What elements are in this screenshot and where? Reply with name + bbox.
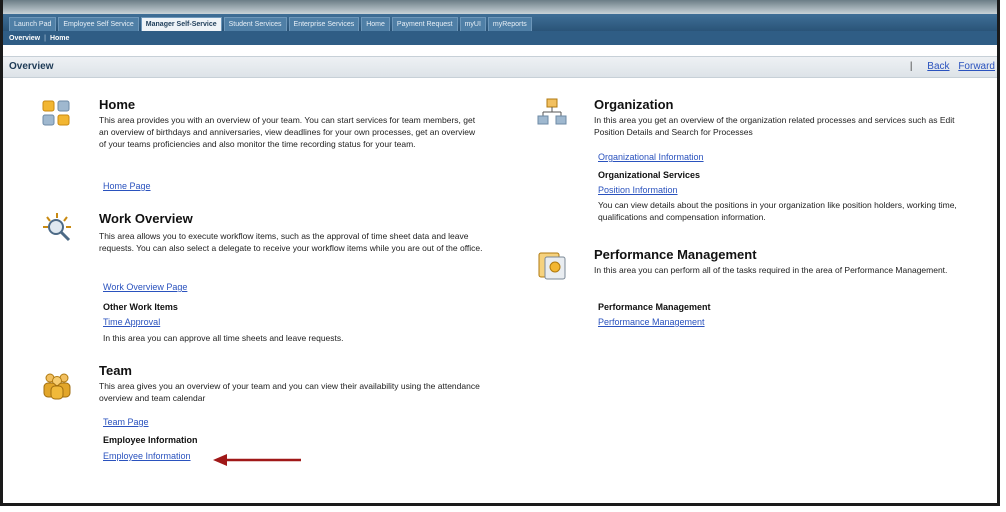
tab-myreports[interactable]: myReports bbox=[487, 17, 532, 31]
page-title: Overview bbox=[9, 61, 54, 72]
subnav-overview[interactable]: Overview bbox=[9, 35, 40, 42]
team-icon bbox=[43, 373, 71, 400]
work-overview-section: Work Overview This area allows you to ex… bbox=[41, 211, 483, 351]
tab-employee-self-service[interactable]: Employee Self Service bbox=[58, 17, 139, 31]
employee-information-title: Employee Information bbox=[103, 435, 198, 445]
subnav-home[interactable]: Home bbox=[50, 35, 69, 42]
organization-description: In this area you get an overview of the … bbox=[594, 115, 955, 137]
home-description: This area provides you with an overview … bbox=[99, 115, 476, 149]
browser-top-strip bbox=[3, 0, 997, 14]
sub-navigation: Overview | Home bbox=[3, 31, 997, 45]
work-overview-icon bbox=[43, 213, 71, 242]
time-approval-description: In this area you can approve all time sh… bbox=[103, 333, 344, 343]
performance-management-section: Performance Management In this area you … bbox=[536, 247, 986, 347]
employee-information-link[interactable]: Employee Information bbox=[103, 451, 191, 461]
home-title: Home bbox=[99, 97, 136, 112]
organization-icon bbox=[537, 98, 567, 125]
subnav-separator: | bbox=[44, 34, 46, 42]
other-work-items-title: Other Work Items bbox=[103, 302, 178, 312]
tab-myui[interactable]: myUI bbox=[459, 17, 486, 31]
tab-launch-pad[interactable]: Launch Pad bbox=[9, 17, 57, 31]
tab-home[interactable]: Home bbox=[361, 17, 390, 31]
time-approval-link[interactable]: Time Approval bbox=[103, 317, 160, 327]
team-title: Team bbox=[99, 363, 132, 378]
home-section: Home This area provides you with an over… bbox=[41, 97, 475, 207]
tab-payment-request[interactable]: Payment Request bbox=[391, 17, 458, 31]
organizational-services-title: Organizational Services bbox=[598, 170, 701, 180]
tab-enterprise-services[interactable]: Enterprise Services bbox=[288, 17, 360, 31]
tab-manager-self-service[interactable]: Manager Self-Service bbox=[140, 17, 222, 31]
tab-student-services[interactable]: Student Services bbox=[223, 17, 287, 31]
organization-section: Organization In this area you get an ove… bbox=[536, 97, 986, 237]
team-description: This area gives you an overview of your … bbox=[99, 381, 480, 403]
home-page-link[interactable]: Home Page bbox=[103, 181, 151, 191]
performance-icon bbox=[538, 252, 566, 280]
work-overview-title: Work Overview bbox=[99, 211, 193, 226]
portal-window: Launch Pad Employee Self Service Manager… bbox=[0, 0, 1000, 506]
history-separator: | bbox=[909, 61, 913, 72]
organizational-information-link[interactable]: Organizational Information bbox=[598, 152, 704, 162]
position-information-link[interactable]: Position Information bbox=[598, 185, 678, 195]
performance-management-title: Performance Management bbox=[594, 247, 757, 262]
performance-management-subtitle: Performance Management bbox=[598, 302, 711, 312]
top-tab-bar: Launch Pad Employee Self Service Manager… bbox=[3, 14, 997, 31]
work-overview-description: This area allows you to execute workflow… bbox=[99, 231, 483, 253]
home-icon bbox=[42, 100, 70, 126]
forward-link[interactable]: Forward bbox=[958, 61, 995, 72]
back-link[interactable]: Back bbox=[927, 61, 949, 72]
organization-title: Organization bbox=[594, 97, 674, 112]
work-overview-page-link[interactable]: Work Overview Page bbox=[103, 282, 187, 292]
history-links: | Back Forward bbox=[910, 61, 995, 72]
arrow-icon bbox=[213, 454, 301, 466]
team-page-link[interactable]: Team Page bbox=[103, 417, 149, 427]
performance-management-description: In this area you can perform all of the … bbox=[594, 265, 948, 275]
performance-management-link[interactable]: Performance Management bbox=[598, 317, 705, 327]
position-information-description: You can view details about the positions… bbox=[598, 200, 957, 222]
page-header: Overview | Back Forward bbox=[3, 56, 997, 78]
